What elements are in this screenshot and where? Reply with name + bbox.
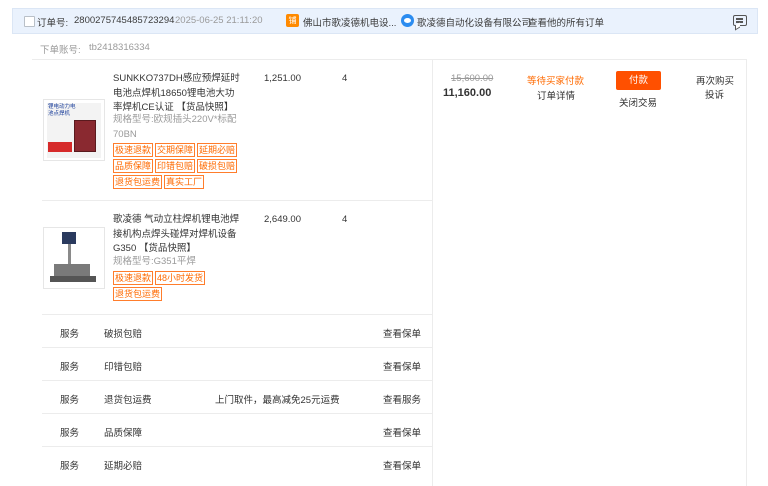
shop-icon: 铺 bbox=[286, 14, 299, 27]
service-row: 服务 退货包运费 上门取件，最高减免25元运费 查看服务 bbox=[42, 380, 432, 413]
pay-button[interactable]: 付款 bbox=[616, 71, 661, 90]
sub-account-value: tb2418316334 bbox=[89, 42, 150, 53]
service-tag: 交期保障 bbox=[155, 143, 196, 157]
close-trade-link[interactable]: 关闭交易 bbox=[619, 95, 657, 109]
service-tag: 退货包运费 bbox=[113, 287, 163, 301]
col-divider-1 bbox=[432, 59, 433, 486]
view-policy-link[interactable]: 查看保单 bbox=[383, 359, 421, 373]
view-service-link[interactable]: 查看服务 bbox=[383, 392, 421, 406]
product-divider bbox=[42, 200, 432, 201]
rebuy-link[interactable]: 再次购买 bbox=[696, 73, 734, 87]
service-row: 服务 印错包赔 查看保单 bbox=[42, 347, 432, 380]
sub-account-label: 下单账号: bbox=[40, 45, 81, 56]
quantity: 4 bbox=[342, 214, 348, 225]
order-select-checkbox[interactable] bbox=[24, 16, 35, 27]
seller-name[interactable]: 歌凌德自动化设备有限公司 bbox=[417, 15, 531, 29]
service-tag: 48小时发货 bbox=[155, 271, 206, 285]
service-tags: 极速退款 48小时发货退货包运费 bbox=[113, 271, 253, 303]
service-name: 品质保障 bbox=[104, 428, 143, 439]
service-name: 印错包赔 bbox=[104, 362, 143, 373]
table-top-line bbox=[32, 59, 746, 60]
product-spec: 规格型号:G351平焊 bbox=[113, 256, 196, 267]
product-spec: 规格型号:欧规插头220V*标配70BN bbox=[113, 114, 237, 140]
view-all-orders-link[interactable]: 查看他的所有订单 bbox=[528, 15, 604, 29]
service-tag: 破损包赔 bbox=[197, 159, 238, 173]
service-tags: 极速退款 交期保障 延期必赔品质保障 印错包赔 破损包赔退货包运费 真实工厂 bbox=[113, 143, 253, 191]
service-tag: 真实工厂 bbox=[164, 175, 205, 189]
order-number: 2800275745485723294 bbox=[74, 15, 175, 26]
view-policy-link[interactable]: 查看保单 bbox=[383, 425, 421, 439]
service-row: 服务 延期必赔 查看保单 bbox=[42, 446, 432, 479]
service-type: 服务 bbox=[60, 461, 80, 472]
service-name: 退货包运费 bbox=[104, 395, 152, 406]
service-type: 服务 bbox=[60, 428, 80, 439]
service-name: 延期必赔 bbox=[104, 461, 143, 472]
chat-icon[interactable] bbox=[401, 14, 414, 27]
service-row: 服务 品质保障 查看保单 bbox=[42, 413, 432, 446]
service-type: 服务 bbox=[60, 395, 80, 406]
product-thumbnail[interactable] bbox=[43, 227, 105, 289]
order-status: 等待买家付款 bbox=[527, 76, 585, 87]
thumbnail-caption: 锂电动力电池点焊机 bbox=[48, 104, 76, 117]
view-policy-link[interactable]: 查看保单 bbox=[383, 326, 421, 340]
service-tag: 极速退款 bbox=[113, 143, 154, 157]
complain-link[interactable]: 投诉 bbox=[705, 87, 724, 101]
col-divider-right bbox=[746, 59, 747, 486]
service-type: 服务 bbox=[60, 329, 80, 340]
service-note: 上门取件，最高减免25元运费 bbox=[215, 395, 340, 406]
service-tag: 品质保障 bbox=[113, 159, 154, 173]
order-header: 订单号: 2800275745485723294 2025-06-25 21:1… bbox=[12, 8, 758, 34]
product-title-link[interactable]: 歌凌德 气动立柱焊机锂电池焊接机构点焊头碰焊对焊机设备G350 【货品快照】 bbox=[113, 213, 243, 257]
service-tag: 极速退款 bbox=[113, 271, 154, 285]
service-name: 破损包赔 bbox=[104, 329, 143, 340]
view-policy-link[interactable]: 查看保单 bbox=[383, 458, 421, 472]
unit-price: 1,251.00 bbox=[264, 73, 301, 84]
order-detail-link[interactable]: 订单详情 bbox=[537, 88, 575, 102]
service-tag: 延期必赔 bbox=[197, 143, 238, 157]
shop-name-link[interactable]: 佛山市歌凌德机电设... bbox=[303, 15, 396, 29]
product-title-link[interactable]: SUNKKO737DH感应预焊延时电池点焊机18650锂电池大功率焊机CE认证 … bbox=[113, 72, 243, 116]
original-total: 15,600.00 bbox=[451, 73, 494, 84]
product-thumbnail[interactable]: 锂电动力电池点焊机 bbox=[43, 99, 105, 161]
unit-price: 2,649.00 bbox=[264, 214, 301, 225]
order-number-label: 订单号: bbox=[37, 18, 69, 29]
service-tag: 退货包运费 bbox=[113, 175, 163, 189]
order-card: 订单号: 2800275745485723294 2025-06-25 21:1… bbox=[0, 0, 768, 486]
quantity: 4 bbox=[342, 73, 348, 84]
actual-total: 11,160.00 bbox=[443, 87, 492, 99]
order-time: 2025-06-25 21:11:20 bbox=[175, 15, 263, 26]
service-row: 服务 破损包赔 查看保单 bbox=[42, 314, 432, 347]
message-icon[interactable] bbox=[733, 15, 747, 26]
service-tag: 印错包赔 bbox=[155, 159, 196, 173]
service-type: 服务 bbox=[60, 362, 80, 373]
